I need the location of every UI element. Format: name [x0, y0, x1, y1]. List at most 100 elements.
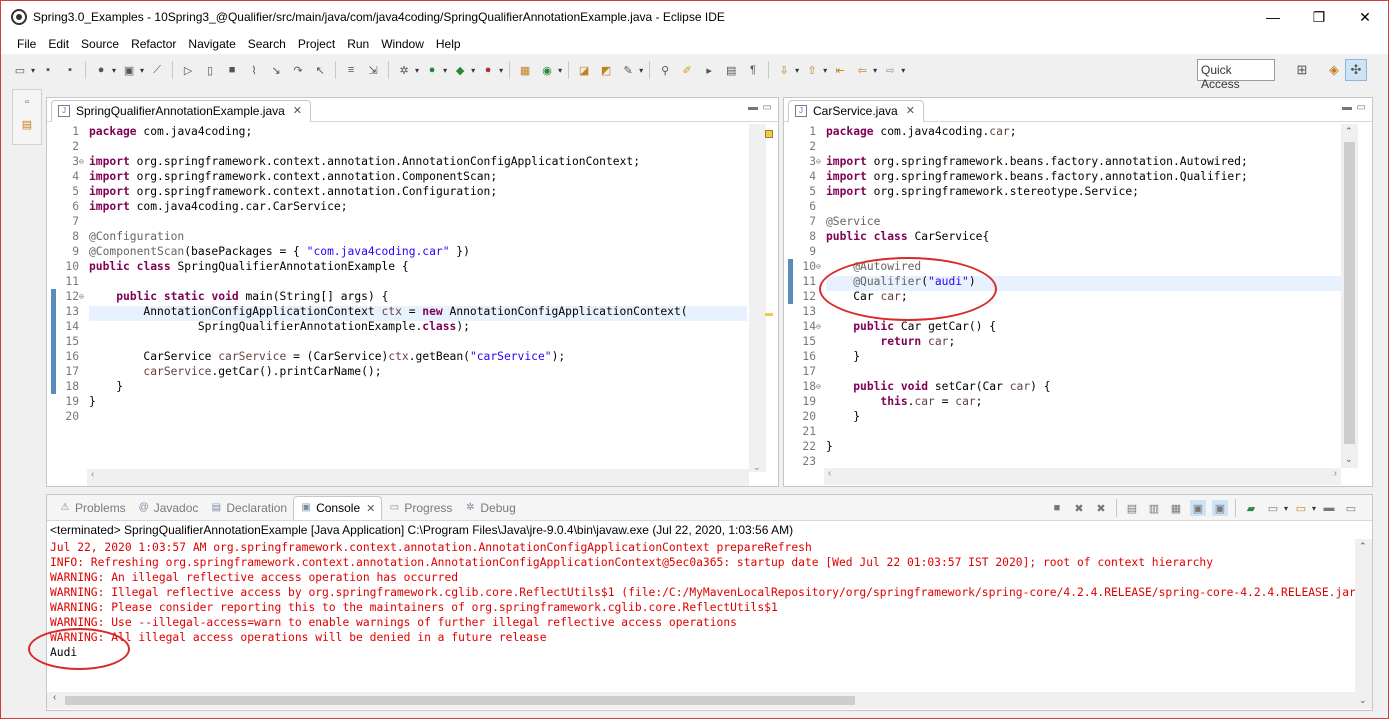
fold-toggle-icon[interactable]: ⊖: [79, 154, 84, 169]
tab-progress[interactable]: ▭ Progress: [382, 496, 458, 520]
external-tools-dropdown-icon[interactable]: ▾: [499, 66, 503, 75]
scroll-left-icon[interactable]: ‹: [53, 692, 56, 703]
open-type-icon[interactable]: ◪: [576, 62, 592, 78]
new-icon[interactable]: ▭: [12, 62, 28, 78]
drop-to-frame-icon[interactable]: ⇲: [365, 62, 381, 78]
debug-icon[interactable]: ✲: [396, 62, 412, 78]
right-vertical-scrollbar[interactable]: ⌃ ⌄: [1341, 124, 1358, 468]
menu-edit[interactable]: Edit: [42, 37, 75, 51]
restore-view-icon[interactable]: ▫: [19, 96, 35, 112]
remove-launch-icon[interactable]: ✖: [1071, 500, 1087, 516]
disconnect-icon[interactable]: ⌇: [246, 62, 262, 78]
tab-console[interactable]: ▣ Console ✕: [293, 495, 383, 520]
tab-declaration[interactable]: ▤ Declaration: [204, 496, 293, 520]
scroll-left-icon[interactable]: ‹: [91, 469, 94, 480]
menu-run[interactable]: Run: [341, 37, 375, 51]
terminal-dropdown-icon[interactable]: ▾: [140, 66, 144, 75]
minimize-editor-icon[interactable]: ▬: [1342, 102, 1352, 113]
tab-debug[interactable]: ✲ Debug: [458, 496, 521, 520]
restore-button[interactable]: ❐: [1296, 1, 1342, 33]
open-console-dropdown-icon[interactable]: ▾: [1312, 504, 1316, 513]
fold-toggle-icon[interactable]: ⊖: [79, 289, 84, 304]
coverage-icon[interactable]: ◆: [452, 62, 468, 78]
menu-navigate[interactable]: Navigate: [182, 37, 241, 51]
maximize-editor-icon[interactable]: ▭: [763, 102, 772, 113]
left-horizontal-scrollbar[interactable]: ‹: [87, 469, 749, 486]
scroll-left-icon[interactable]: ‹: [828, 468, 831, 479]
terminal-icon[interactable]: ▣: [121, 62, 137, 78]
menu-refactor[interactable]: Refactor: [125, 37, 182, 51]
pin-console-icon[interactable]: ▰: [1243, 500, 1259, 516]
menu-source[interactable]: Source: [75, 37, 125, 51]
scroll-lock-icon[interactable]: ▥: [1146, 500, 1162, 516]
minimize-editor-icon[interactable]: ▬: [748, 102, 758, 113]
console-output[interactable]: Jul 22, 2020 1:03:57 AM org.springframew…: [50, 540, 1355, 660]
scroll-down-icon[interactable]: ⌄: [753, 462, 761, 473]
tab-spring-qualifier-example[interactable]: J SpringQualifierAnnotationExample.java …: [51, 100, 312, 122]
scroll-right-icon[interactable]: ›: [1334, 468, 1337, 479]
debug-dropdown-icon[interactable]: ▾: [415, 66, 419, 75]
scroll-up-icon[interactable]: ⌃: [1345, 126, 1353, 137]
scroll-down-icon[interactable]: ⌄: [1345, 454, 1353, 465]
package-explorer-icon[interactable]: ▤: [19, 118, 35, 134]
coverage-dropdown-icon[interactable]: ▾: [471, 66, 475, 75]
terminate-icon[interactable]: ■: [1049, 500, 1065, 516]
last-edit-location-icon[interactable]: ⇤: [832, 62, 848, 78]
show-console-stdout-icon[interactable]: ▣: [1189, 500, 1206, 516]
fold-toggle-icon[interactable]: ⊖: [816, 154, 821, 169]
open-console-icon[interactable]: ▭: [1293, 500, 1309, 516]
maximize-view-icon[interactable]: ▭: [1343, 500, 1359, 516]
perspective-dropdown-icon[interactable]: ▾: [112, 66, 116, 75]
fold-toggle-icon[interactable]: ⊖: [816, 319, 821, 334]
minimize-view-icon[interactable]: ▬: [1321, 500, 1337, 516]
console-scroll-thumb[interactable]: [65, 696, 855, 705]
close-button[interactable]: ✕: [1342, 1, 1388, 33]
right-horizontal-scrollbar[interactable]: ‹ ›: [824, 468, 1341, 485]
java-perspective-icon[interactable]: ✣: [1345, 59, 1367, 81]
java-ee-perspective-icon[interactable]: ◈: [1323, 59, 1345, 81]
external-tools-icon[interactable]: ●: [480, 62, 496, 78]
forward-icon[interactable]: ⇨: [882, 62, 898, 78]
search-dropdown-icon[interactable]: ▾: [639, 66, 643, 75]
fold-toggle-icon[interactable]: ⊖: [816, 379, 821, 394]
new-class-dropdown-icon[interactable]: ▾: [558, 66, 562, 75]
tab-car-service[interactable]: J CarService.java ✕: [788, 100, 924, 122]
menu-help[interactable]: Help: [430, 37, 467, 51]
tab-problems[interactable]: ⚠ Problems: [53, 496, 132, 520]
run-icon[interactable]: ●: [424, 62, 440, 78]
run-dropdown-icon[interactable]: ▾: [443, 66, 447, 75]
remove-all-terminated-icon[interactable]: ✖: [1093, 500, 1109, 516]
show-whitespace-icon[interactable]: ¶: [745, 62, 761, 78]
menu-project[interactable]: Project: [292, 37, 341, 51]
previous-annotation-icon[interactable]: ⇧: [804, 62, 820, 78]
forward-dropdown-icon[interactable]: ▾: [901, 66, 905, 75]
menu-search[interactable]: Search: [242, 37, 292, 51]
skip-breakpoints-icon[interactable]: ⟋: [149, 62, 165, 78]
toggle-block-selection-icon[interactable]: ▤: [723, 62, 739, 78]
maximize-editor-icon[interactable]: ▭: [1357, 102, 1366, 113]
save-all-icon[interactable]: ▪: [62, 62, 78, 78]
toggle-highlight-icon[interactable]: ✐: [679, 62, 695, 78]
left-vertical-scrollbar[interactable]: ⌄: [749, 124, 766, 472]
step-return-icon[interactable]: ↖: [312, 62, 328, 78]
close-tab-icon[interactable]: ✕: [366, 502, 375, 515]
suspend-icon[interactable]: ▯: [202, 62, 218, 78]
close-tab-icon[interactable]: ✕: [293, 104, 302, 117]
display-selected-console-icon[interactable]: ▭: [1265, 500, 1281, 516]
scroll-down-icon[interactable]: ⌄: [1359, 695, 1367, 706]
quick-access-input[interactable]: Quick Access: [1197, 59, 1275, 91]
toggle-breadcrumb-icon[interactable]: ▸: [701, 62, 717, 78]
new-java-class-icon[interactable]: ◉: [539, 62, 555, 78]
toggle-mark-occurrences-icon[interactable]: ⚲: [657, 62, 673, 78]
word-wrap-icon[interactable]: ▦: [1168, 500, 1184, 516]
next-annotation-icon[interactable]: ⇩: [776, 62, 792, 78]
menu-file[interactable]: File: [11, 37, 42, 51]
new-dropdown-icon[interactable]: ▾: [31, 66, 35, 75]
previous-annotation-dropdown-icon[interactable]: ▾: [823, 66, 827, 75]
new-java-package-icon[interactable]: ▦: [517, 62, 533, 78]
back-dropdown-icon[interactable]: ▾: [873, 66, 877, 75]
step-over-icon[interactable]: ↷: [290, 62, 306, 78]
clear-console-icon[interactable]: ▤: [1124, 500, 1140, 516]
use-step-filters-icon[interactable]: ≡: [343, 62, 359, 78]
display-console-dropdown-icon[interactable]: ▾: [1284, 504, 1288, 513]
